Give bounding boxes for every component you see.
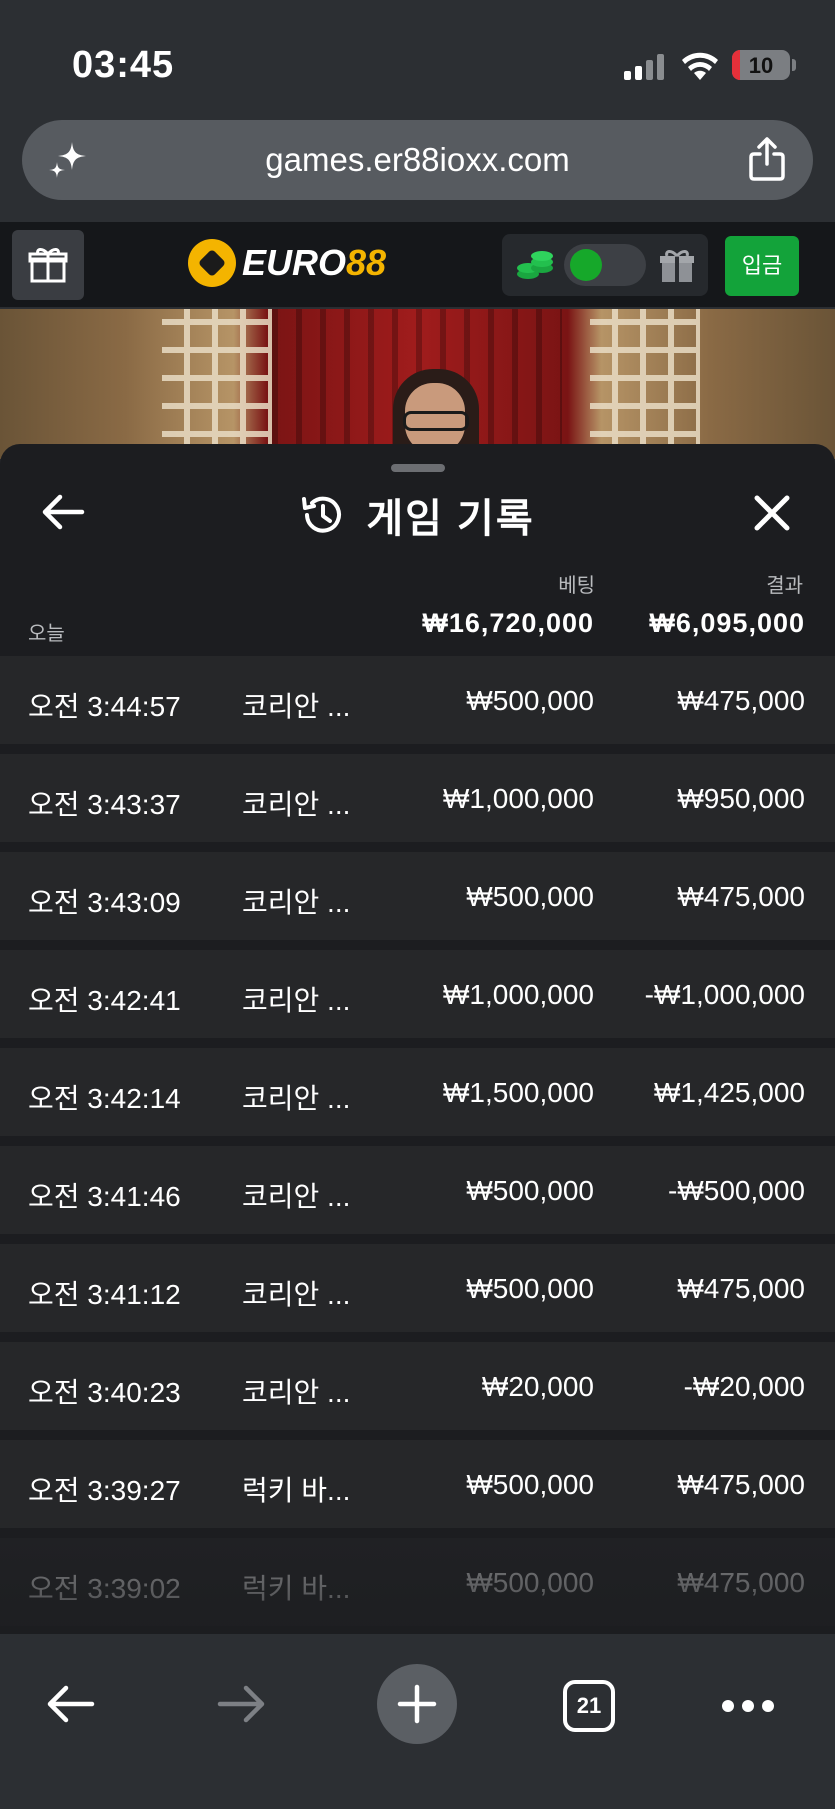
row-result: ₩1,425,000 (654, 1077, 805, 1108)
coins-icon (517, 251, 553, 279)
row-time: 오전 3:41:12 (28, 1279, 181, 1310)
bet-column-header: 베팅 (558, 575, 595, 597)
row-result: -₩1,000,000 (644, 979, 805, 1010)
row-game: 코리안 ... (242, 1181, 351, 1212)
row-time: 오전 3:43:37 (28, 789, 181, 820)
gift-icon (28, 248, 68, 283)
close-icon[interactable] (753, 494, 791, 532)
row-bet: ₩1,000,000 (443, 979, 594, 1010)
history-row[interactable]: 오전 3:39:02 럭키 바... ₩500,000 ₩475,000 (0, 1538, 835, 1626)
row-result: ₩475,000 (677, 1567, 805, 1598)
more-icon[interactable] (722, 1700, 774, 1714)
row-result: ₩475,000 (677, 685, 805, 716)
url-text[interactable]: games.er88ioxx.com (22, 141, 813, 179)
battery-icon: 10 (732, 50, 790, 80)
row-bet: ₩1,500,000 (443, 1077, 594, 1108)
deposit-button[interactable]: 입금 (725, 236, 799, 296)
row-game: 코리안 ... (242, 691, 351, 722)
row-bet: ₩20,000 (481, 1371, 594, 1402)
row-bet: ₩1,000,000 (443, 783, 594, 814)
row-time: 오전 3:40:23 (28, 1377, 181, 1408)
row-game: 코리안 ... (242, 985, 351, 1016)
sheet-drag-handle[interactable] (391, 464, 445, 472)
row-bet: ₩500,000 (466, 1273, 594, 1304)
plus-icon (397, 1684, 437, 1724)
game-history-sheet: 게임 기록 베팅 결과 오늘 ₩16,720,000 ₩6,095,000 오전… (0, 444, 835, 1634)
row-game: 코리안 ... (242, 1279, 351, 1310)
today-label: 오늘 (28, 623, 65, 645)
total-result: ₩6,095,000 (649, 608, 805, 638)
history-icon (302, 496, 342, 533)
row-game: 코리안 ... (242, 1083, 351, 1114)
row-game: 코리안 ... (242, 1377, 351, 1408)
row-bet: ₩500,000 (466, 1567, 594, 1598)
row-bet: ₩500,000 (466, 1469, 594, 1500)
sheet-header: 게임 기록 (0, 486, 835, 544)
status-time: 03:45 (72, 44, 175, 86)
history-row[interactable]: 오전 3:42:14 코리안 ... ₩1,500,000 ₩1,425,000 (0, 1048, 835, 1136)
row-time: 오전 3:43:09 (28, 887, 181, 918)
soccer-ball-icon (188, 239, 236, 287)
site-header: EURO88 입금 (0, 222, 835, 308)
row-result: ₩475,000 (677, 881, 805, 912)
back-arrow-icon[interactable] (44, 1682, 96, 1726)
row-game: 럭키 바... (242, 1573, 351, 1604)
address-bar[interactable]: games.er88ioxx.com (22, 120, 813, 200)
history-row[interactable]: 오전 3:42:41 코리안 ... ₩1,000,000 -₩1,000,00… (0, 950, 835, 1038)
row-result: -₩500,000 (668, 1175, 805, 1206)
row-game: 코리안 ... (242, 887, 351, 918)
total-bet: ₩16,720,000 (422, 608, 594, 638)
browser-toolbar: 21 (0, 1634, 835, 1809)
battery-percent: 10 (748, 53, 774, 78)
row-game: 럭키 바... (242, 1475, 351, 1506)
forward-arrow-icon[interactable] (216, 1682, 268, 1726)
history-row[interactable]: 오전 3:39:27 럭키 바... ₩500,000 ₩475,000 (0, 1440, 835, 1528)
history-list: 오전 3:44:57 코리안 ... ₩500,000 ₩475,000 오전 … (0, 656, 835, 1634)
site-logo[interactable]: EURO88 (188, 236, 386, 290)
row-time: 오전 3:39:02 (28, 1573, 181, 1604)
history-row[interactable]: 오전 3:40:23 코리안 ... ₩20,000 -₩20,000 (0, 1342, 835, 1430)
status-bar: 03:45 10 (0, 0, 835, 120)
row-game: 코리안 ... (242, 789, 351, 820)
share-icon[interactable] (747, 136, 787, 182)
history-row[interactable]: 오전 3:41:12 코리안 ... ₩500,000 ₩475,000 (0, 1244, 835, 1332)
history-row[interactable]: 오전 3:44:57 코리안 ... ₩500,000 ₩475,000 (0, 656, 835, 744)
row-time: 오전 3:44:57 (28, 691, 181, 722)
live-dealer-video (0, 309, 835, 459)
result-column-header: 결과 (766, 575, 803, 597)
wallet-panel[interactable] (502, 234, 708, 296)
history-row[interactable]: 오전 3:43:09 코리안 ... ₩500,000 ₩475,000 (0, 852, 835, 940)
row-result: -₩20,000 (683, 1371, 805, 1402)
bonus-gift-icon[interactable] (658, 246, 696, 284)
wifi-icon (682, 52, 718, 80)
row-result: ₩950,000 (677, 783, 805, 814)
promotions-button[interactable] (12, 230, 84, 300)
row-time: 오전 3:42:41 (28, 985, 181, 1016)
row-result: ₩475,000 (677, 1273, 805, 1304)
row-time: 오전 3:41:46 (28, 1181, 181, 1212)
row-result: ₩475,000 (677, 1469, 805, 1500)
balance-toggle[interactable] (564, 244, 646, 286)
cellular-signal-icon (624, 54, 666, 80)
row-time: 오전 3:39:27 (28, 1475, 181, 1506)
new-tab-button[interactable] (377, 1664, 457, 1744)
history-row[interactable]: 오전 3:43:37 코리안 ... ₩1,000,000 ₩950,000 (0, 754, 835, 842)
sheet-title: 게임 기록 (366, 497, 535, 541)
row-bet: ₩500,000 (466, 1175, 594, 1206)
row-bet: ₩500,000 (466, 881, 594, 912)
history-row[interactable]: 오전 3:41:46 코리안 ... ₩500,000 -₩500,000 (0, 1146, 835, 1234)
row-bet: ₩500,000 (466, 685, 594, 716)
row-time: 오전 3:42:14 (28, 1083, 181, 1114)
tabs-icon[interactable]: 21 (563, 1680, 615, 1732)
